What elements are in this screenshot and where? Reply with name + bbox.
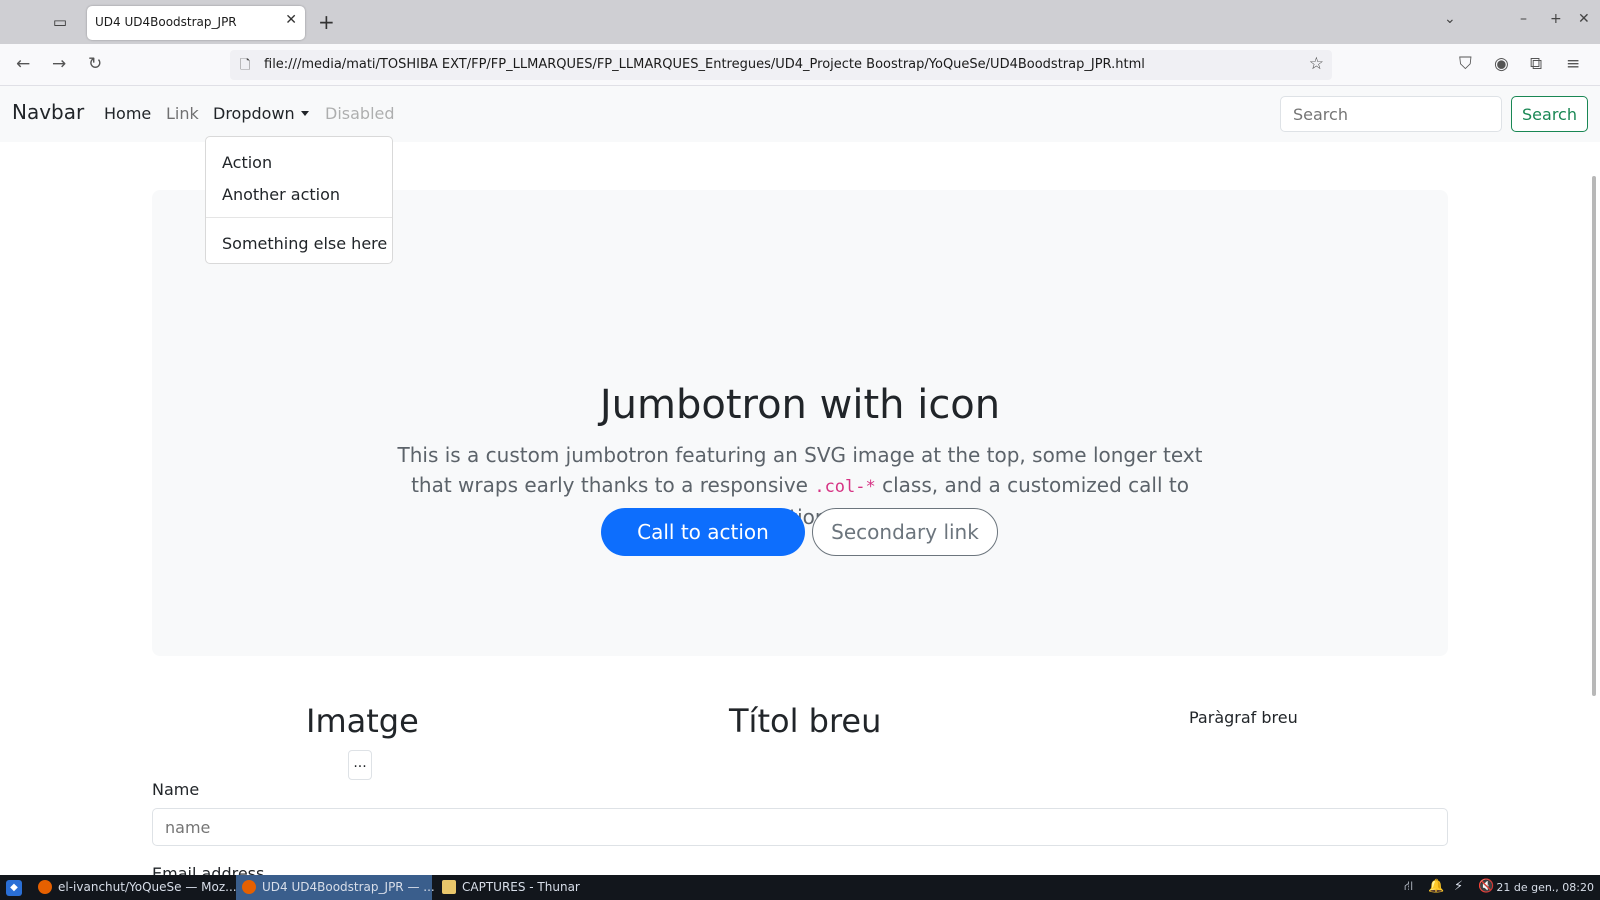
taskbar-task-firefox-github[interactable]: el-ivanchut/YoQueSe — Moz... — [32, 875, 237, 900]
url-bar[interactable]: 🗋 file:///media/mati/TOSHIBA EXT/FP/FP_L… — [230, 50, 1332, 80]
short-paragraph: Paràgraf breu — [1189, 708, 1298, 727]
secondary-link-button[interactable]: Secondary link — [812, 508, 998, 556]
power-icon[interactable]: ⚡ — [1454, 879, 1463, 894]
firefox-icon — [242, 880, 256, 894]
chevron-down-icon[interactable]: ⌄ — [1444, 11, 1456, 27]
start-menu-icon[interactable]: ◆ — [6, 880, 22, 896]
tab-title: UD4 UD4Boodstrap_JPR — [95, 15, 237, 29]
ellipsis-button[interactable]: ... — [348, 750, 372, 780]
notification-bell-icon[interactable]: 🔔 — [1428, 879, 1444, 894]
dropdown-divider — [206, 217, 392, 218]
nav-dropdown-label: Dropdown — [213, 104, 295, 123]
email-label: Email address — [152, 864, 265, 875]
browser-toolbar: ← → ↻ 🗋 file:///media/mati/TOSHIBA EXT/F… — [0, 44, 1600, 86]
heading-short-title: Títol breu — [729, 702, 882, 740]
taskbar-task-thunar[interactable]: CAPTURES - Thunar — [436, 875, 586, 900]
taskbar-task-firefox-ud4[interactable]: UD4 UD4Boodstrap_JPR — ... — [236, 875, 435, 900]
browser-tab-bar: ▭ UD4 UD4Boodstrap_JPR ✕ + ⌄ – + ✕ — [0, 0, 1600, 44]
dropdown-item-something-else[interactable]: Something else here — [222, 234, 387, 253]
nav-dropdown-toggle[interactable]: Dropdown — [213, 104, 309, 123]
name-input[interactable] — [152, 808, 1448, 846]
dropdown-menu: Action Another action Something else her… — [205, 136, 393, 264]
page-content: Navbar Home Link Dropdown Disabled Searc… — [0, 86, 1600, 875]
document-icon: 🗋 — [240, 58, 251, 73]
dropdown-item-another-action[interactable]: Another action — [222, 185, 340, 204]
desktop-taskbar: ◆ el-ivanchut/YoQueSe — Moz... UD4 UD4Bo… — [0, 875, 1600, 900]
navbar-brand[interactable]: Navbar — [12, 100, 84, 124]
jumbotron-title: Jumbotron with icon — [599, 382, 1001, 428]
page-scrollbar[interactable] — [1592, 176, 1596, 696]
nav-link-link[interactable]: Link — [166, 104, 199, 123]
forward-icon[interactable]: → — [52, 54, 66, 74]
taskbar-task-label: CAPTURES - Thunar — [462, 880, 580, 894]
volume-muted-icon[interactable]: 🔇 — [1478, 879, 1494, 894]
menu-icon[interactable]: ≡ — [1566, 54, 1580, 74]
call-to-action-button[interactable]: Call to action — [601, 508, 805, 556]
pocket-icon[interactable]: ⛉ — [1459, 54, 1472, 74]
dropdown-item-action[interactable]: Action — [222, 153, 272, 172]
plus-icon[interactable]: + — [318, 10, 335, 34]
name-label: Name — [152, 780, 200, 799]
heading-image: Imatge — [306, 702, 419, 740]
star-icon[interactable]: ☆ — [1309, 54, 1324, 74]
inline-code: .col-* — [814, 477, 876, 497]
back-icon[interactable]: ← — [16, 54, 30, 74]
clock: 21 de gen., 08:20 — [1496, 881, 1594, 894]
nav-link-home[interactable]: Home — [104, 104, 151, 123]
search-button[interactable]: Search — [1511, 96, 1588, 132]
folder-icon — [442, 880, 456, 894]
network-icon[interactable]: ⛙ — [1404, 879, 1413, 896]
account-icon[interactable]: ◉ — [1494, 54, 1509, 74]
search-input[interactable] — [1280, 96, 1502, 132]
maximize-icon[interactable]: + — [1550, 11, 1562, 27]
site-navbar: Navbar Home Link Dropdown Disabled Searc… — [0, 86, 1600, 142]
browser-tab[interactable]: UD4 UD4Boodstrap_JPR ✕ — [87, 6, 305, 40]
extensions-icon[interactable]: ⧉ — [1530, 54, 1542, 74]
minimize-icon[interactable]: – — [1520, 11, 1527, 27]
caret-down-icon — [300, 111, 309, 116]
nav-link-disabled: Disabled — [325, 104, 395, 123]
close-window-icon[interactable]: ✕ — [1578, 11, 1590, 27]
taskbar-task-label: el-ivanchut/YoQueSe — Moz... — [58, 880, 237, 894]
tab-list-icon[interactable]: ▭ — [48, 12, 72, 32]
url-text[interactable]: file:///media/mati/TOSHIBA EXT/FP/FP_LLM… — [264, 57, 1145, 72]
taskbar-task-label: UD4 UD4Boodstrap_JPR — ... — [262, 880, 435, 894]
close-icon[interactable]: ✕ — [285, 12, 297, 28]
firefox-icon — [38, 880, 52, 894]
reload-icon[interactable]: ↻ — [88, 54, 102, 74]
